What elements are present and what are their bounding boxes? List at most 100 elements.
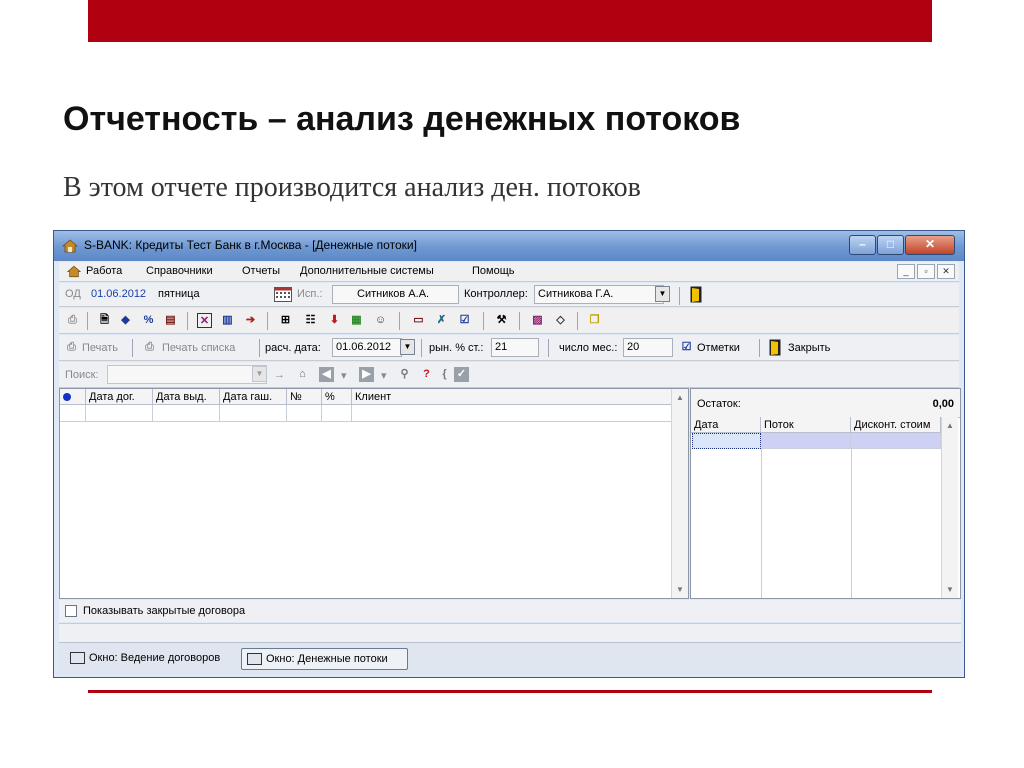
col-flow[interactable]: Поток bbox=[761, 417, 851, 433]
col-client[interactable]: Клиент bbox=[352, 389, 672, 405]
grid-cell[interactable] bbox=[153, 405, 220, 422]
col-number[interactable]: № bbox=[287, 389, 322, 405]
mdi-restore-button[interactable]: ▫ bbox=[917, 264, 935, 279]
help-filter-icon[interactable]: ? bbox=[419, 367, 434, 382]
calendar-icon[interactable] bbox=[274, 287, 292, 302]
market-rate-label: рын. % ст.: bbox=[429, 342, 484, 354]
task-contracts-window[interactable]: Окно: Ведение договоров bbox=[65, 648, 237, 670]
check-document-icon[interactable]: ☑ bbox=[457, 313, 472, 328]
col-issue-date[interactable]: Дата выд. bbox=[153, 389, 220, 405]
show-closed-label[interactable]: Показывать закрытые договора bbox=[83, 605, 245, 617]
next-icon[interactable]: ▶ bbox=[359, 367, 374, 382]
check-icon[interactable]: ✓ bbox=[454, 367, 469, 382]
chevron-down-icon[interactable]: ▼ bbox=[400, 339, 415, 355]
col-contract-date[interactable]: Дата дог. bbox=[86, 389, 153, 405]
list-icon[interactable]: ☷ bbox=[303, 313, 318, 328]
grid-cell[interactable] bbox=[287, 405, 322, 422]
tree-icon[interactable]: ⊞ bbox=[278, 313, 293, 328]
percent-icon[interactable]: % bbox=[141, 313, 156, 328]
executor-field[interactable]: Ситников А.А. bbox=[332, 285, 459, 304]
cross-icon[interactable]: ✕ bbox=[197, 313, 212, 328]
balance-value: 0,00 bbox=[932, 398, 954, 410]
user-icon[interactable]: ☺ bbox=[373, 313, 388, 328]
show-closed-checkbox[interactable] bbox=[65, 605, 77, 617]
scroll-up-icon[interactable]: ▲ bbox=[946, 421, 954, 430]
tag-icon[interactable]: ◆ bbox=[118, 313, 133, 328]
copy-windows-icon[interactable]: ❐ bbox=[587, 313, 602, 328]
grid-indicator-header bbox=[60, 389, 86, 405]
braces-icon[interactable]: { bbox=[437, 367, 452, 382]
menu-reports[interactable]: Отчеты bbox=[242, 265, 280, 277]
grid-cell[interactable] bbox=[851, 433, 941, 449]
transfer-icon[interactable]: ✗ bbox=[434, 313, 449, 328]
od-date[interactable]: 01.06.2012 bbox=[91, 288, 146, 300]
window-minimize-button[interactable]: – bbox=[849, 235, 876, 255]
chevron-down-icon[interactable]: ▼ bbox=[655, 286, 670, 302]
home-icon[interactable]: ⌂ bbox=[295, 367, 310, 382]
contracts-grid[interactable]: Дата дог. Дата выд. Дата гаш. № % Клиент… bbox=[59, 388, 689, 599]
menu-directories[interactable]: Справочники bbox=[146, 265, 213, 277]
grid-cell[interactable] bbox=[86, 405, 153, 422]
task-label: Окно: Денежные потоки bbox=[266, 653, 388, 665]
table-icon[interactable]: ▤ bbox=[163, 313, 178, 328]
down-arrow-icon[interactable]: ⬇ bbox=[327, 313, 342, 328]
mdi-minimize-button[interactable]: _ bbox=[897, 264, 915, 279]
window-maximize-button[interactable]: □ bbox=[877, 235, 904, 255]
months-field[interactable]: 20 bbox=[623, 338, 673, 357]
grid-cell[interactable] bbox=[322, 405, 352, 422]
task-cashflow-window[interactable]: Окно: Денежные потоки bbox=[241, 648, 408, 670]
binoculars-icon[interactable]: ⚲ bbox=[397, 367, 412, 382]
tools-icon[interactable]: ⚒ bbox=[494, 313, 509, 328]
group-icon[interactable]: ▦ bbox=[349, 313, 364, 328]
col-percent[interactable]: % bbox=[322, 389, 352, 405]
calc-date-field[interactable]: 01.06.2012 bbox=[332, 338, 402, 357]
grid-cell[interactable] bbox=[761, 433, 851, 449]
market-rate-field[interactable]: 21 bbox=[491, 338, 539, 357]
printer-icon: ⎙ bbox=[67, 341, 76, 353]
window-icon[interactable]: ▭ bbox=[411, 313, 426, 328]
grid-cell[interactable] bbox=[220, 405, 287, 422]
contracts-scrollbar[interactable]: ▲ ▼ bbox=[671, 389, 688, 598]
check-document-icon: ☑ bbox=[681, 341, 692, 353]
chevron-down-icon[interactable]: ▾ bbox=[341, 369, 347, 382]
report-action-bar: ⎙ Печать ⎙ Печать списка расч. дата: 01.… bbox=[59, 335, 959, 361]
printer-icon[interactable]: ⎙ bbox=[65, 313, 80, 328]
chevron-down-icon[interactable]: ▾ bbox=[381, 369, 387, 382]
controller-select[interactable]: Ситникова Г.А. bbox=[534, 285, 664, 304]
scroll-up-icon[interactable]: ▲ bbox=[676, 393, 684, 402]
grid-cell[interactable] bbox=[60, 405, 86, 422]
house-icon bbox=[62, 239, 78, 253]
slide-bottom-line bbox=[88, 690, 932, 693]
prev-icon[interactable]: ◀ bbox=[319, 367, 334, 382]
chevron-down-icon[interactable]: ▼ bbox=[252, 366, 267, 382]
col-discounted-value[interactable]: Дисконт. стоим bbox=[851, 417, 941, 433]
mdi-close-button[interactable]: ✕ bbox=[937, 264, 955, 279]
exit-door-icon[interactable] bbox=[690, 286, 702, 303]
window-titlebar[interactable]: S-BANK: Кредиты Тест Банк в г.Москва - [… bbox=[54, 231, 964, 261]
menu-additional-systems[interactable]: Дополнительные системы bbox=[300, 265, 434, 277]
print-button[interactable]: Печать bbox=[82, 342, 118, 354]
print-list-button[interactable]: Печать списка bbox=[162, 342, 235, 354]
marks-button[interactable]: Отметки bbox=[697, 342, 740, 354]
bar-chart-icon[interactable]: ▥ bbox=[220, 313, 235, 328]
window-close-button[interactable]: ✕ bbox=[905, 235, 955, 255]
col-repay-date[interactable]: Дата гаш. bbox=[220, 389, 287, 405]
scroll-down-icon[interactable]: ▼ bbox=[946, 585, 954, 594]
menu-help[interactable]: Помощь bbox=[472, 265, 515, 277]
menu-work[interactable]: Работа bbox=[86, 265, 122, 277]
scroll-down-icon[interactable]: ▼ bbox=[676, 585, 684, 594]
document-icon[interactable]: 🗎 bbox=[97, 313, 112, 328]
grid-cell[interactable] bbox=[352, 405, 672, 422]
search-input[interactable] bbox=[107, 365, 267, 384]
house-icon bbox=[67, 265, 81, 278]
export-icon[interactable]: ➔ bbox=[243, 313, 258, 328]
arrow-right-icon[interactable]: → bbox=[274, 369, 285, 381]
cashflow-scrollbar[interactable]: ▲ ▼ bbox=[941, 417, 958, 598]
cashflow-grid[interactable]: Остаток: 0,00 Дата Поток Дисконт. стоим … bbox=[690, 388, 961, 599]
line-chart-icon[interactable]: ▨ bbox=[530, 313, 545, 328]
search-bar: Поиск: ▼ → ⌂ ◀ ▾ ▶ ▾ ⚲ ? { ✓ bbox=[59, 362, 959, 388]
close-report-button[interactable]: Закрыть bbox=[788, 342, 830, 354]
grid-cell-selected[interactable] bbox=[692, 433, 761, 449]
eraser-icon[interactable]: ◇ bbox=[553, 313, 568, 328]
col-date[interactable]: Дата bbox=[691, 417, 761, 433]
